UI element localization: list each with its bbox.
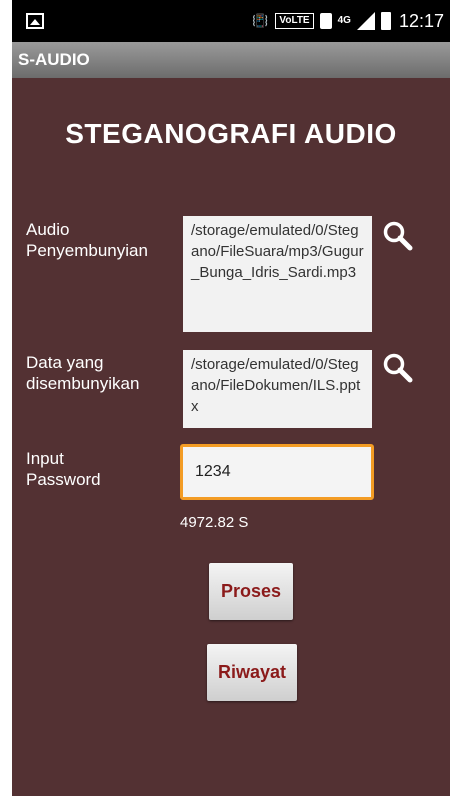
history-button[interactable]: Riwayat xyxy=(207,644,297,701)
process-button[interactable]: Proses xyxy=(209,563,293,620)
phone-screen: 📳 VoLTE 4G 12:17 S-AUDIO STEGANOGRAFI AU… xyxy=(12,0,450,796)
password-label: Input Password xyxy=(26,448,101,490)
processing-time: 4972.82 S xyxy=(180,514,249,531)
sim-icon xyxy=(319,13,332,29)
app-title: S-AUDIO xyxy=(18,50,90,69)
status-clock: 12:17 xyxy=(398,10,444,31)
main-content: STEGANOGRAFI AUDIO Audio Penyembunyian /… xyxy=(12,78,450,796)
search-audio-icon[interactable] xyxy=(382,220,414,252)
password-label-line1: Input xyxy=(26,449,64,468)
status-icons: 📳 VoLTE 4G 12:17 xyxy=(251,8,444,34)
data-path-field[interactable]: /storage/emulated/0/Stegano/FileDokumen/… xyxy=(183,350,372,428)
page-title: STEGANOGRAFI AUDIO xyxy=(65,118,397,149)
data-label: Data yang disembunyikan xyxy=(26,352,139,394)
data-label-line2: disembunyikan xyxy=(26,374,140,393)
data-label-line1: Data yang xyxy=(26,353,104,372)
audio-label: Audio Penyembunyian xyxy=(26,219,148,261)
audio-label-line2: Penyembunyian xyxy=(26,241,148,260)
signal-icon xyxy=(356,12,375,30)
volte-badge: VoLTE xyxy=(275,13,314,29)
status-bar: 📳 VoLTE 4G 12:17 xyxy=(12,0,450,42)
battery-icon xyxy=(380,12,391,30)
action-bar: S-AUDIO xyxy=(12,42,450,78)
network-type: 4G xyxy=(337,15,351,26)
audio-path-field[interactable]: /storage/emulated/0/Stegano/FileSuara/mp… xyxy=(183,216,372,332)
audio-label-line1: Audio xyxy=(26,220,70,239)
vibrate-icon: 📳 xyxy=(252,13,269,28)
search-data-icon[interactable] xyxy=(382,352,414,384)
gallery-icon xyxy=(26,13,44,29)
password-label-line2: Password xyxy=(26,470,101,489)
password-input[interactable]: 1234 xyxy=(180,444,374,500)
